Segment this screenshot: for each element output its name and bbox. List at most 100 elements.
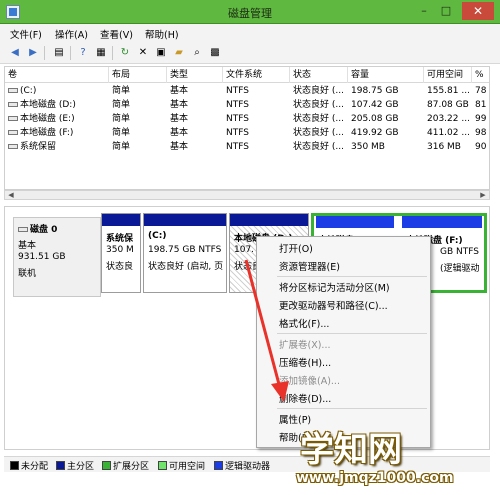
column-header-type[interactable]: 类型 xyxy=(167,67,223,83)
ctx-separator xyxy=(277,276,427,277)
cell-volume: 本地磁盘 (F:) xyxy=(5,126,109,140)
delete-icon[interactable]: ✕ xyxy=(136,46,150,60)
cell-volume: 系统保留 xyxy=(5,140,109,154)
table-row[interactable]: 本地磁盘 (E:) 简单 基本 NTFS 状态良好 (... 205.08 GB… xyxy=(5,112,489,126)
cell-status: 状态良好 (... xyxy=(293,114,344,124)
legend-extended: 扩展分区 xyxy=(102,459,149,472)
partition-color-bar xyxy=(144,214,226,226)
drive-icon xyxy=(8,116,18,121)
logical-drive-e-bar xyxy=(316,216,394,228)
partition-system-reserved[interactable]: 系统保 350 M 状态良 xyxy=(101,213,141,293)
column-header-layout[interactable]: 布局 xyxy=(109,67,167,83)
drive-icon xyxy=(8,102,18,107)
site-watermark: 学知网 www.jmqz1000.com xyxy=(294,420,498,495)
menu-action[interactable]: 操作(A) xyxy=(55,27,88,41)
cell-volume: 本地磁盘 (E:) xyxy=(5,112,109,126)
horizontal-scrollbar[interactable]: ◀ ▶ xyxy=(4,190,490,200)
cell-capacity: 198.75 GB xyxy=(351,86,399,96)
scroll-right-icon[interactable]: ▶ xyxy=(478,191,488,199)
column-header-percent[interactable]: % xyxy=(472,67,489,83)
menu-help[interactable]: 帮助(H) xyxy=(145,27,179,41)
menu-file[interactable]: 文件(F) xyxy=(10,27,42,41)
cell-free-space: 411.02 ... xyxy=(427,128,470,138)
cell-volume: 本地磁盘 (D:) xyxy=(5,98,109,112)
open-folder-icon[interactable]: ▰ xyxy=(172,46,186,60)
ctx-separator xyxy=(277,333,427,334)
table-row[interactable]: 本地磁盘 (F:) 简单 基本 NTFS 状态良好 (... 419.92 GB… xyxy=(5,126,489,140)
cell-capacity: 350 MB xyxy=(351,142,385,152)
cell-filesystem: NTFS xyxy=(226,86,249,96)
column-header-free-space[interactable]: 可用空间 xyxy=(424,67,472,83)
cell-percent: 98 xyxy=(475,128,487,138)
legend-label: 未分配 xyxy=(21,462,49,472)
disk-size: 931.51 GB xyxy=(18,252,66,262)
back-arrow-icon[interactable]: ◀ xyxy=(8,46,22,60)
drive-icon xyxy=(8,130,18,135)
cell-status: 状态良好 (... xyxy=(293,142,344,152)
scroll-left-icon[interactable]: ◀ xyxy=(6,191,16,199)
legend-unallocated: 未分配 xyxy=(10,459,48,472)
cell-free-space: 87.08 GB xyxy=(427,100,469,110)
close-button[interactable]: ✕ xyxy=(462,2,494,20)
list-view-icon[interactable]: ▦ xyxy=(94,46,108,60)
cell-filesystem: NTFS xyxy=(226,100,249,110)
cell-layout: 简单 xyxy=(112,86,131,96)
refresh-icon[interactable]: ↻ xyxy=(118,46,132,60)
cell-layout: 简单 xyxy=(112,128,131,138)
ctx-explore[interactable]: 资源管理器(E) xyxy=(279,259,340,273)
ctx-shrink-volume[interactable]: 压缩卷(H)... xyxy=(279,355,331,369)
partition-status: 状态良好 (启动, 页 xyxy=(148,262,224,272)
properties-icon[interactable]: ▣ xyxy=(154,46,168,60)
column-header-capacity[interactable]: 容量 xyxy=(348,67,424,83)
ctx-delete-volume[interactable]: 删除卷(D)... xyxy=(279,391,331,405)
volume-name: 本地磁盘 (D:) xyxy=(20,100,76,110)
help-icon[interactable]: ? xyxy=(76,46,90,60)
cell-type: 基本 xyxy=(170,142,189,152)
drive-icon xyxy=(8,88,18,93)
view-icon[interactable]: ▩ xyxy=(208,46,222,60)
cell-type: 基本 xyxy=(170,100,189,110)
toolbar-separator xyxy=(112,46,113,60)
menu-view[interactable]: 查看(V) xyxy=(100,27,133,41)
cell-percent: 99 xyxy=(475,114,487,124)
maximize-button[interactable]: □ xyxy=(438,4,454,18)
menu-bar: 文件(F) 操作(A) 查看(V) 帮助(H) xyxy=(0,24,500,42)
console-tree-icon[interactable]: ▤ xyxy=(52,46,66,60)
ctx-format[interactable]: 格式化(F)... xyxy=(279,316,329,330)
disk-0-label[interactable]: 磁盘 0 基本 931.51 GB 联机 xyxy=(13,217,101,297)
cell-filesystem: NTFS xyxy=(226,114,249,124)
ctx-open[interactable]: 打开(O) xyxy=(279,241,313,255)
legend-swatch xyxy=(102,461,111,470)
minimize-button[interactable]: – xyxy=(416,4,432,18)
cell-free-space: 203.22 ... xyxy=(427,114,470,124)
partition-name: (C:) xyxy=(148,231,167,241)
column-header-status[interactable]: 状态 xyxy=(290,67,348,83)
watermark-url: www.jmqz1000.com xyxy=(296,470,454,486)
partition-c[interactable]: (C:) 198.75 GB NTFS 状态良好 (启动, 页 xyxy=(143,213,227,293)
column-header-filesystem[interactable]: 文件系统 xyxy=(223,67,290,83)
table-row[interactable]: 本地磁盘 (D:) 简单 基本 NTFS 状态良好 (... 107.42 GB… xyxy=(5,98,489,112)
disk-type: 基本 xyxy=(18,241,37,251)
column-header-volume[interactable]: 卷 xyxy=(5,67,109,83)
ctx-change-drive-letter[interactable]: 更改驱动器号和路径(C)... xyxy=(279,298,388,312)
legend-swatch xyxy=(56,461,65,470)
cell-volume: (C:) xyxy=(5,84,109,98)
forward-arrow-icon[interactable]: ▶ xyxy=(26,46,40,60)
volume-name: (C:) xyxy=(20,86,37,96)
ctx-mark-active[interactable]: 将分区标记为活动分区(M) xyxy=(279,280,390,294)
disk-name: 磁盘 0 xyxy=(18,222,57,235)
cell-capacity: 205.08 GB xyxy=(351,114,399,124)
partition-status: 状态良 xyxy=(106,262,134,272)
volume-name: 本地磁盘 (E:) xyxy=(20,114,75,124)
search-icon[interactable]: ⌕ xyxy=(190,46,204,60)
disk-name-text: 磁盘 0 xyxy=(30,225,58,235)
toolbar-separator xyxy=(44,46,45,60)
table-row[interactable]: 系统保留 简单 基本 NTFS 状态良好 (... 350 MB 316 MB … xyxy=(5,140,489,154)
cell-type: 基本 xyxy=(170,128,189,138)
drive-icon xyxy=(8,144,18,149)
partition-size: 198.75 GB NTFS xyxy=(148,245,222,255)
table-row[interactable]: (C:) 简单 基本 NTFS 状态良好 (... 198.75 GB 155.… xyxy=(5,84,489,98)
legend-label: 可用空间 xyxy=(169,462,206,472)
cell-percent: 78 xyxy=(475,86,487,96)
volume-name: 本地磁盘 (F:) xyxy=(20,128,74,138)
